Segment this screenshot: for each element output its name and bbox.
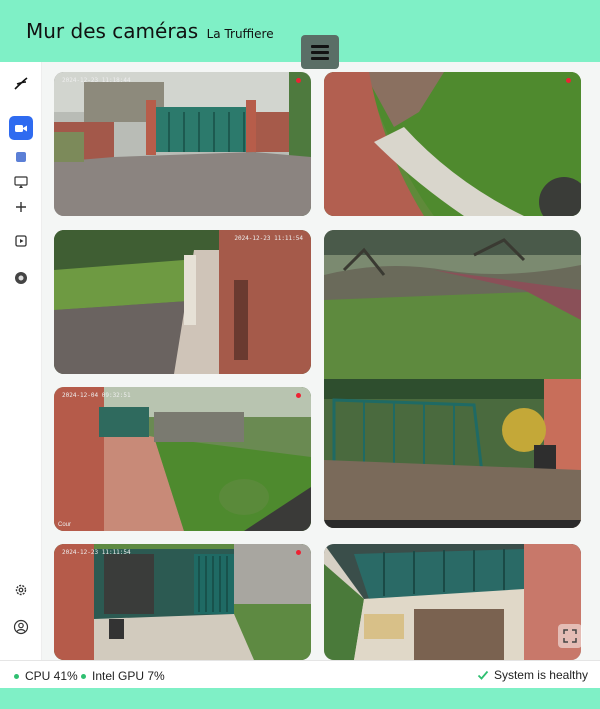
user-icon[interactable] xyxy=(9,615,33,639)
logo-icon[interactable] xyxy=(9,72,33,96)
recording-indicator xyxy=(296,393,301,398)
square-icon[interactable] xyxy=(9,145,33,169)
gpu-status-dot xyxy=(81,673,86,679)
camera-tile[interactable]: 2024-12-23 11:11:54 xyxy=(54,544,311,660)
camera-timestamp: 2024-12-04 09:32:51 xyxy=(62,392,131,399)
cast-icon[interactable] xyxy=(9,170,33,194)
gpu-usage: Intel GPU 7% xyxy=(92,669,165,683)
cpu-stat: CPU 41% xyxy=(14,669,78,683)
camera-tile[interactable] xyxy=(324,72,581,216)
page-title: Mur des caméras La Truffiere xyxy=(26,19,274,43)
checkmark-icon xyxy=(477,670,489,680)
fullscreen-icon xyxy=(563,629,577,643)
playback-icon[interactable] xyxy=(9,229,33,253)
gpu-stat: Intel GPU 7% xyxy=(81,669,165,683)
camera-label: Cour xyxy=(58,522,72,528)
gear-icon[interactable] xyxy=(9,578,33,602)
camera-timestamp: 2024-12-23 11:11:54 xyxy=(234,235,303,242)
video-camera-icon[interactable] xyxy=(9,116,33,140)
camera-tile[interactable]: 2024-12-23 11:18:44 xyxy=(54,72,311,216)
hamburger-menu-button[interactable] xyxy=(301,35,339,69)
camera-tile[interactable] xyxy=(324,544,581,660)
bottom-bar xyxy=(0,688,600,709)
cpu-usage: CPU 41% xyxy=(25,669,78,683)
recording-indicator xyxy=(296,78,301,83)
site-name: La Truffiere xyxy=(206,27,274,41)
recording-indicator xyxy=(296,550,301,555)
plus-icon[interactable] xyxy=(9,195,33,219)
camera-tile[interactable] xyxy=(324,230,581,528)
title-text: Mur des caméras xyxy=(26,19,199,43)
camera-timestamp: 2024-12-23 11:18:44 xyxy=(62,77,131,84)
cpu-status-dot xyxy=(14,673,19,679)
sidebar xyxy=(0,62,42,660)
camera-lens-icon[interactable] xyxy=(9,266,33,290)
recording-indicator xyxy=(566,78,571,83)
status-bar: CPU 41% Intel GPU 7% System is healthy xyxy=(0,660,600,688)
camera-wall: 2024-12-23 11:18:44 2024-12-23 11:11:54 xyxy=(42,62,600,660)
fullscreen-button[interactable] xyxy=(558,624,582,648)
top-bar: Mur des caméras La Truffiere xyxy=(0,0,600,62)
camera-timestamp: 2024-12-23 11:11:54 xyxy=(62,549,131,556)
camera-tile[interactable]: 2024-12-04 09:32:51 Cour xyxy=(54,387,311,531)
camera-tile[interactable]: 2024-12-23 11:11:54 xyxy=(54,230,311,374)
health-text: System is healthy xyxy=(493,668,588,682)
system-health[interactable]: System is healthy xyxy=(477,668,588,682)
